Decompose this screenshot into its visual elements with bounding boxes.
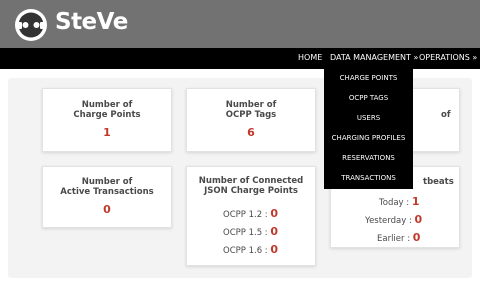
ocpp15-row: OCPP 1.5 : 0 bbox=[223, 225, 278, 238]
card-charge-points[interactable]: Number of Charge Points 1 bbox=[42, 88, 172, 152]
row-label: Earlier : bbox=[377, 234, 413, 244]
card-title-line2: Active Transactions bbox=[60, 187, 154, 197]
ocpp12-row: OCPP 1.2 : 0 bbox=[223, 207, 278, 220]
row-value: 0 bbox=[412, 231, 421, 244]
card-value: 1 bbox=[103, 126, 111, 139]
card-title-partial: of bbox=[441, 110, 451, 120]
dropdown-item-reservations[interactable]: RESERVATIONS bbox=[324, 154, 413, 162]
nav-home-link[interactable]: HOME bbox=[298, 53, 322, 62]
row-label: Today : bbox=[379, 198, 412, 208]
card-title-line2: JSON Charge Points bbox=[204, 186, 298, 196]
dropdown-item-charging-profiles[interactable]: CHARGING PROFILES bbox=[324, 134, 413, 142]
heartbeat-earlier-row: Earlier : 0 bbox=[377, 231, 420, 244]
row-value: 0 bbox=[270, 207, 279, 220]
top-navbar: HOME DATA MANAGEMENT » OPERATIONS » bbox=[0, 48, 480, 69]
card-value: 0 bbox=[103, 203, 111, 216]
row-label: OCPP 1.6 : bbox=[223, 246, 271, 256]
row-value: 0 bbox=[270, 225, 279, 238]
dropdown-item-charge-points[interactable]: CHARGE POINTS bbox=[324, 74, 413, 82]
brand-title[interactable]: SteVe bbox=[55, 9, 128, 35]
card-title-line1: Number of bbox=[225, 100, 277, 110]
card-connected-json[interactable]: Number of Connected JSON Charge Points O… bbox=[186, 166, 316, 266]
row-value: 0 bbox=[414, 213, 423, 226]
card-title-line1: Number of bbox=[81, 177, 133, 187]
row-label: Yesterday : bbox=[365, 216, 415, 226]
nav-data-management-menu[interactable]: DATA MANAGEMENT » bbox=[330, 53, 418, 62]
row-value: 0 bbox=[270, 243, 279, 256]
card-ocpp-tags[interactable]: Number of OCPP Tags 6 bbox=[186, 88, 316, 152]
row-label: OCPP 1.2 : bbox=[223, 210, 271, 220]
steve-logo-icon[interactable] bbox=[14, 8, 48, 42]
row-label: OCPP 1.5 : bbox=[223, 228, 271, 238]
heartbeat-today-row: Today : 1 bbox=[379, 195, 420, 208]
ocpp16-row: OCPP 1.6 : 0 bbox=[223, 243, 278, 256]
card-title-line2: Charge Points bbox=[73, 110, 141, 120]
card-value: 6 bbox=[247, 126, 255, 139]
row-value: 1 bbox=[411, 195, 420, 208]
dropdown-item-ocpp-tags[interactable]: OCPP TAGS bbox=[324, 94, 413, 102]
card-title-partial: tbeats bbox=[423, 177, 454, 187]
header-bar: SteVe bbox=[0, 0, 480, 48]
nav-operations-menu[interactable]: OPERATIONS » bbox=[419, 53, 477, 62]
dropdown-item-transactions[interactable]: TRANSACTIONS bbox=[324, 174, 413, 182]
card-title-line2: OCPP Tags bbox=[225, 110, 277, 120]
card-title-line1: Number of bbox=[81, 100, 133, 110]
card-active-transactions[interactable]: Number of Active Transactions 0 bbox=[42, 166, 172, 228]
card-title-line1: Number of Connected bbox=[198, 176, 304, 186]
data-management-dropdown: CHARGE POINTS OCPP TAGS USERS CHARGING P… bbox=[324, 69, 413, 189]
dropdown-item-users[interactable]: USERS bbox=[324, 114, 413, 122]
heartbeat-yesterday-row: Yesterday : 0 bbox=[365, 213, 422, 226]
